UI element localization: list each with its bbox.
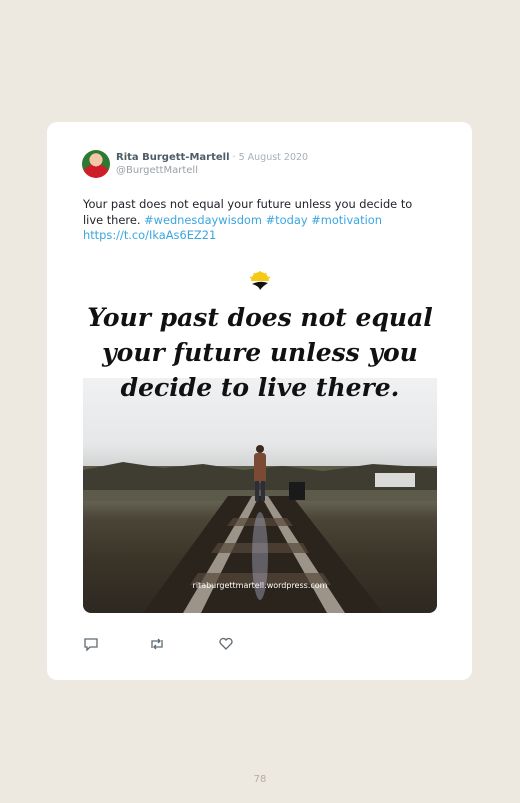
hashtag-wednesdaywisdom[interactable]: #wednesdaywisdom	[144, 213, 262, 227]
tweet-text: Your past does not equal your future unl…	[83, 197, 433, 244]
quote-line-2: your future unless you	[102, 338, 418, 367]
quote-line-3: decide to live there.	[120, 373, 400, 402]
sunrise-logo-icon	[249, 271, 271, 290]
retweet-button[interactable]	[149, 636, 165, 652]
image-credit: ritaburgettmartell.wordpress.com	[192, 581, 328, 590]
reply-icon	[84, 638, 98, 652]
tweet-link[interactable]: https://t.co/IkaAs6EZ21	[83, 228, 216, 242]
like-button[interactable]	[218, 636, 234, 652]
page-number: 78	[253, 774, 267, 785]
hashtag-today[interactable]: #today	[266, 213, 308, 227]
railway-photo	[83, 378, 437, 613]
hashtag-motivation[interactable]: #motivation	[311, 213, 382, 227]
author-name[interactable]: Rita Burgett-Martell	[116, 152, 230, 163]
separator: ·	[229, 152, 239, 163]
tweet-card: Rita Burgett-Martell · 5 August 2020 @Bu…	[47, 122, 472, 680]
retweet-icon	[151, 638, 163, 650]
quote-line-1: Your past does not equal	[87, 303, 433, 332]
reply-button[interactable]	[83, 636, 99, 652]
heart-icon	[219, 637, 233, 650]
avatar[interactable]	[82, 150, 110, 178]
tweet-date[interactable]: 5 August 2020	[239, 152, 309, 163]
railway-scene	[83, 445, 437, 613]
author-handle[interactable]: @BurgettMartell	[116, 165, 198, 176]
tweet-media[interactable]: Your past does not equal your future unl…	[83, 270, 437, 613]
author-line: Rita Burgett-Martell · 5 August 2020	[116, 152, 308, 163]
quote-overlay: Your past does not equal your future unl…	[83, 300, 437, 405]
